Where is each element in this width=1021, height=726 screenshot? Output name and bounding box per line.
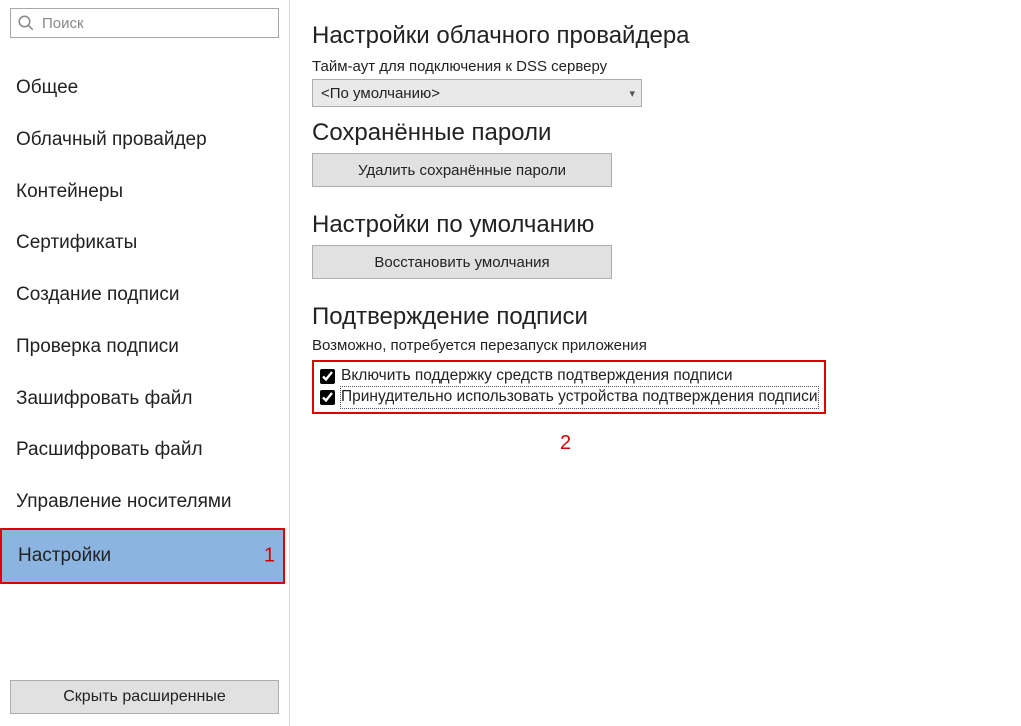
force-confirmation-checkbox[interactable]: [320, 390, 335, 405]
restart-note: Возможно, потребуется перезапуск приложе…: [312, 337, 1001, 354]
chevron-down-icon: ▾: [629, 87, 635, 100]
search-input[interactable]: [40, 9, 278, 37]
sidebar-item-media-management[interactable]: Управление носителями: [0, 476, 289, 528]
timeout-label: Тайм-аут для подключения к DSS серверу: [312, 58, 1001, 75]
section-saved-passwords-title: Сохранённые пароли: [312, 119, 1001, 147]
enable-confirmation-checkbox[interactable]: [320, 369, 335, 384]
sign-confirmation-group: Включить поддержку средств подтверждения…: [312, 360, 826, 414]
enable-confirmation-row[interactable]: Включить поддержку средств подтверждения…: [318, 366, 818, 387]
search-box[interactable]: [10, 8, 279, 38]
section-cloud-provider-title: Настройки облачного провайдера: [312, 22, 1001, 50]
restore-defaults-button[interactable]: Восстановить умолчания: [312, 245, 612, 279]
content: 2 Настройки облачного провайдера Тайм-ау…: [290, 0, 1021, 726]
sidebar-footer: Скрыть расширенные: [0, 672, 289, 726]
sidebar-item-general[interactable]: Общее: [0, 62, 289, 114]
enable-confirmation-label: Включить поддержку средств подтверждения…: [341, 366, 733, 387]
sidebar-item-certificates[interactable]: Сертификаты: [0, 217, 289, 269]
collapse-advanced-button[interactable]: Скрыть расширенные: [10, 680, 279, 714]
sidebar-item-cloud-provider[interactable]: Облачный провайдер: [0, 114, 289, 166]
nav-list: Общее Облачный провайдер Контейнеры Серт…: [0, 42, 289, 672]
timeout-select-value: <По умолчанию>: [321, 85, 440, 102]
sidebar-item-verify-signature[interactable]: Проверка подписи: [0, 321, 289, 373]
annotation-marker-2: 2: [560, 432, 571, 455]
delete-saved-passwords-button[interactable]: Удалить сохранённые пароли: [312, 153, 612, 187]
sidebar-item-label: Настройки: [18, 545, 111, 566]
search-container: [0, 0, 289, 42]
sidebar-item-create-signature[interactable]: Создание подписи: [0, 269, 289, 321]
sidebar-item-decrypt-file[interactable]: Расшифровать файл: [0, 424, 289, 476]
section-sign-confirmation-title: Подтверждение подписи: [312, 303, 1001, 331]
sidebar: Общее Облачный провайдер Контейнеры Серт…: [0, 0, 290, 726]
sidebar-item-settings[interactable]: Настройки 1: [0, 528, 285, 584]
annotation-marker-1: 1: [264, 543, 275, 568]
section-defaults-title: Настройки по умолчанию: [312, 211, 1001, 239]
force-confirmation-row[interactable]: Принудительно использовать устройства по…: [318, 387, 818, 408]
force-confirmation-label: Принудительно использовать устройства по…: [341, 387, 818, 408]
sidebar-item-encrypt-file[interactable]: Зашифровать файл: [0, 373, 289, 425]
search-icon: [17, 14, 35, 32]
sidebar-item-containers[interactable]: Контейнеры: [0, 166, 289, 218]
timeout-select[interactable]: <По умолчанию> ▾: [312, 79, 642, 107]
